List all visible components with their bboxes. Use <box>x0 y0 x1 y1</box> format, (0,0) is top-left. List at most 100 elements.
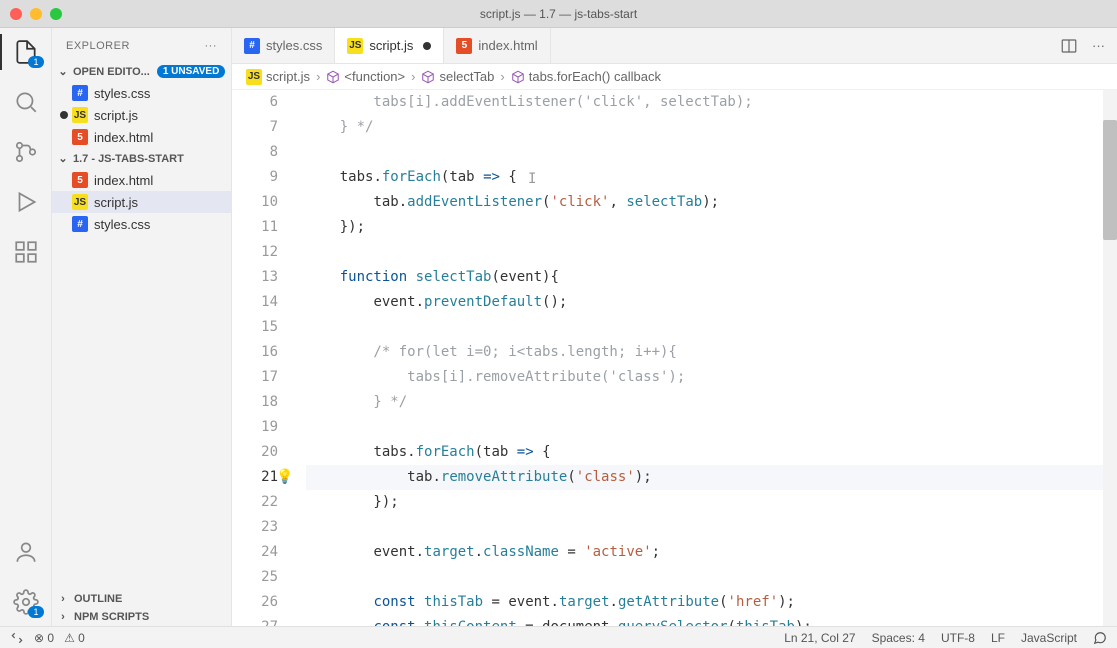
css-file-icon: # <box>244 38 260 54</box>
search-activity-icon[interactable] <box>12 88 40 116</box>
overview-ruler[interactable] <box>1103 90 1117 626</box>
split-editor-icon[interactable] <box>1060 37 1078 55</box>
errors-status[interactable]: ⊗ 0 <box>34 631 54 645</box>
code-line[interactable]: event.preventDefault(); <box>306 290 1117 315</box>
code-line[interactable]: event.target.className = 'active'; <box>306 540 1117 565</box>
line-number-gutter: 6789101112131415161718192021💡22232425262… <box>232 90 296 626</box>
code-line[interactable]: }); <box>306 215 1117 240</box>
code-line[interactable] <box>306 140 1117 165</box>
activity-bar: 1 1 <box>0 28 52 626</box>
code-line[interactable]: tabs[i].removeAttribute('class'); <box>306 365 1117 390</box>
window-titlebar: script.js — 1.7 — js-tabs-start <box>0 0 1117 28</box>
extensions-activity-icon[interactable] <box>12 238 40 266</box>
chevron-right-icon: › <box>56 593 70 605</box>
breadcrumb-item[interactable]: tabs.forEach() callback <box>511 69 661 84</box>
sidebar-title-label: EXPLORER <box>66 40 130 52</box>
breadcrumb-item[interactable]: JSscript.js <box>246 69 310 85</box>
code-line[interactable]: tabs.forEach(tab => { <box>306 440 1117 465</box>
indentation-status[interactable]: Spaces: 4 <box>872 631 925 645</box>
js-file-icon: JS <box>72 107 88 123</box>
lightbulb-icon[interactable]: 💡 <box>276 465 293 490</box>
code-line[interactable]: function selectTab(event){ <box>306 265 1117 290</box>
file-name: script.js <box>94 108 138 123</box>
code-content[interactable]: tabs[i].addEventListener('click', select… <box>296 90 1117 626</box>
folder-file-item[interactable]: JSscript.js <box>52 191 231 213</box>
npm-scripts-section[interactable]: › NPM SCRIPTS <box>52 608 231 626</box>
code-line[interactable] <box>306 515 1117 540</box>
code-line[interactable] <box>306 415 1117 440</box>
code-line[interactable]: const thisTab = event.target.getAttribut… <box>306 590 1117 615</box>
breadcrumb-separator-icon: › <box>500 69 504 84</box>
explorer-sidebar: EXPLORER ··· ⌄ OPEN EDITO... 1 UNSAVED #… <box>52 28 232 626</box>
outline-section[interactable]: › OUTLINE <box>52 590 231 608</box>
breadcrumb-item[interactable]: selectTab <box>421 69 494 84</box>
feedback-icon[interactable] <box>1093 631 1107 645</box>
open-editors-header[interactable]: ⌄ OPEN EDITO... 1 UNSAVED <box>52 63 231 80</box>
breadcrumb-item[interactable]: <function> <box>326 69 405 84</box>
editor-tab[interactable]: 5index.html <box>444 28 550 63</box>
more-actions-icon[interactable]: ··· <box>1092 38 1105 53</box>
css-file-icon: # <box>72 85 88 101</box>
text-cursor-icon: I <box>528 167 536 192</box>
open-editor-item[interactable]: #styles.css <box>52 82 231 104</box>
folder-label: 1.7 - JS-TABS-START <box>73 153 184 165</box>
file-name: styles.css <box>94 217 150 232</box>
breadcrumb-label: tabs.forEach() callback <box>529 69 661 84</box>
sidebar-title: EXPLORER ··· <box>52 28 231 63</box>
code-line[interactable] <box>306 240 1117 265</box>
code-line[interactable] <box>306 315 1117 340</box>
cursor-position-status[interactable]: Ln 21, Col 27 <box>784 631 855 645</box>
folder-header[interactable]: ⌄ 1.7 - JS-TABS-START <box>52 150 231 167</box>
chevron-right-icon: › <box>56 611 70 623</box>
remote-status-icon[interactable] <box>10 631 24 645</box>
open-editor-item[interactable]: 5 index.html <box>52 126 231 148</box>
folder-file-list: 5 index.html JSscript.js # styles.css <box>52 167 231 237</box>
editor-tab[interactable]: #styles.css <box>232 28 335 63</box>
settings-activity-icon[interactable]: 1 <box>12 588 40 616</box>
open-editors-label: OPEN EDITO... <box>73 66 150 78</box>
run-debug-activity-icon[interactable] <box>12 188 40 216</box>
sidebar-more-icon[interactable]: ··· <box>205 40 218 52</box>
minimize-window-button[interactable] <box>30 8 42 20</box>
code-line[interactable]: tab.addEventListener('click', selectTab)… <box>306 190 1117 215</box>
folder-file-item[interactable]: 5 index.html <box>52 169 231 191</box>
html-file-icon: 5 <box>72 129 88 145</box>
source-control-activity-icon[interactable] <box>12 138 40 166</box>
code-line[interactable]: tabs.forEach(tab => { <box>306 165 1117 190</box>
code-line[interactable]: tab.removeAttribute('class'); <box>306 465 1117 490</box>
unsaved-badge: 1 UNSAVED <box>157 65 226 78</box>
editor-tab[interactable]: JSscript.js <box>335 28 444 63</box>
code-line[interactable]: const thisContent = document.querySelect… <box>306 615 1117 626</box>
file-name: index.html <box>94 173 153 188</box>
breadcrumb[interactable]: JSscript.js›<function>›selectTab›tabs.fo… <box>232 64 1117 90</box>
code-line[interactable]: /* for(let i=0; i<tabs.length; i++){ <box>306 340 1117 365</box>
dirty-indicator-icon <box>423 42 431 50</box>
code-line[interactable]: } */ <box>306 115 1117 140</box>
encoding-status[interactable]: UTF-8 <box>941 631 975 645</box>
warnings-status[interactable]: ⚠ 0 <box>64 631 85 645</box>
js-file-icon: JS <box>72 194 88 210</box>
window-title: script.js — 1.7 — js-tabs-start <box>480 7 637 21</box>
code-line[interactable]: }); <box>306 490 1117 515</box>
close-window-button[interactable] <box>10 8 22 20</box>
chevron-down-icon: ⌄ <box>56 152 70 165</box>
explorer-activity-icon[interactable]: 1 <box>12 38 40 66</box>
open-editor-item[interactable]: JS script.js <box>52 104 231 126</box>
outline-label: OUTLINE <box>74 593 122 605</box>
folder-file-item[interactable]: # styles.css <box>52 213 231 235</box>
language-status[interactable]: JavaScript <box>1021 631 1077 645</box>
eol-status[interactable]: LF <box>991 631 1005 645</box>
html-file-icon: 5 <box>72 172 88 188</box>
tab-label: index.html <box>478 38 537 53</box>
dirty-indicator-icon <box>60 111 68 119</box>
code-editor[interactable]: 6789101112131415161718192021💡22232425262… <box>232 90 1117 626</box>
css-file-icon: # <box>72 216 88 232</box>
code-line[interactable]: } */ <box>306 390 1117 415</box>
file-name: index.html <box>94 130 153 145</box>
code-line[interactable] <box>306 565 1117 590</box>
accounts-activity-icon[interactable] <box>12 538 40 566</box>
maximize-window-button[interactable] <box>50 8 62 20</box>
scrollbar-thumb[interactable] <box>1103 120 1117 240</box>
code-line[interactable]: tabs[i].addEventListener('click', select… <box>306 90 1117 115</box>
breadcrumb-label: <function> <box>344 69 405 84</box>
